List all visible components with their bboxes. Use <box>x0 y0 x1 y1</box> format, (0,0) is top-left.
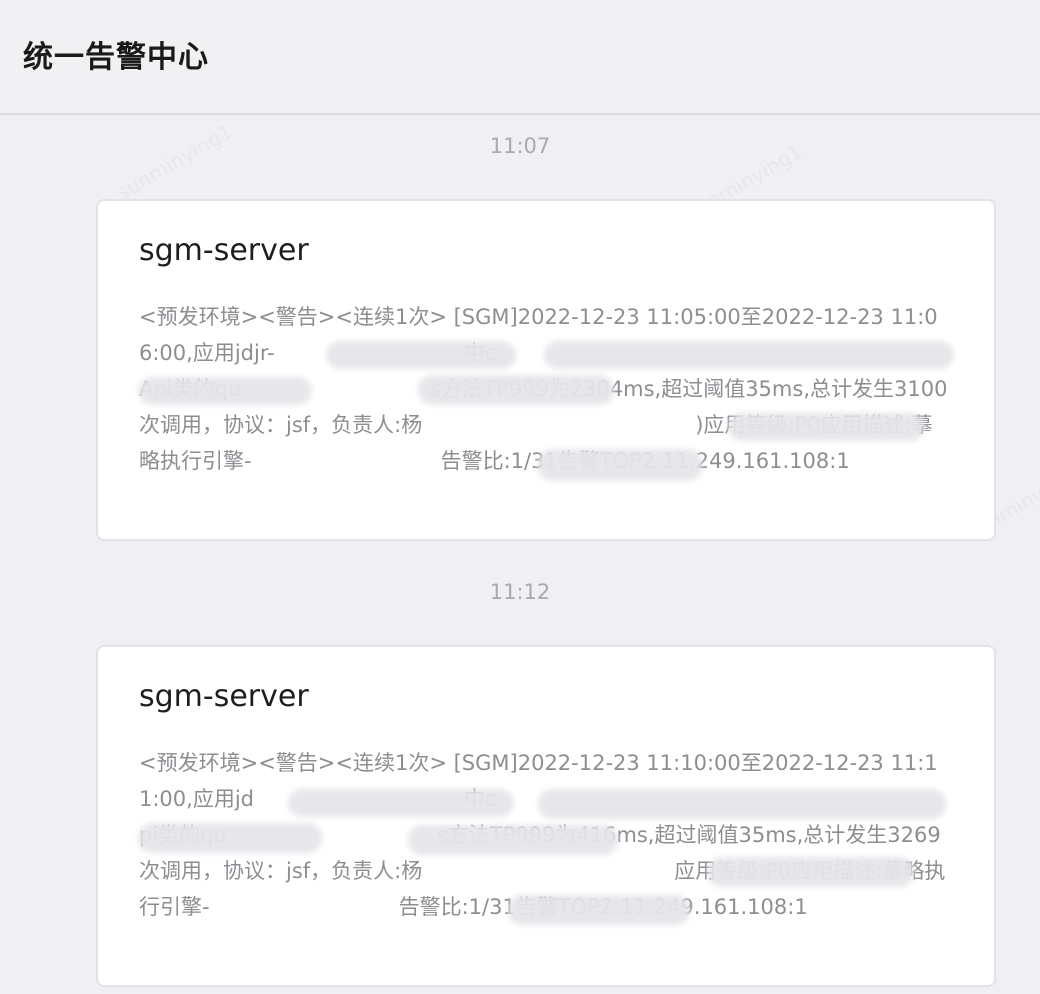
redaction-mask <box>138 823 322 853</box>
redaction-mask <box>538 789 946 819</box>
alert-card[interactable]: sgm-server <预发环境><警告><连续1次> [SGM]2022-12… <box>96 199 996 541</box>
watermark: sunminying1 <box>113 119 237 204</box>
redaction-mask <box>708 857 914 887</box>
redaction-mask <box>508 895 690 925</box>
redaction-mask <box>728 413 924 441</box>
redaction-mask <box>408 825 618 855</box>
alert-title: sgm-server <box>139 233 309 268</box>
redaction-mask <box>544 341 954 369</box>
page-title: 统一告警中心 <box>23 40 209 75</box>
app-header: 统一告警中心 <box>0 0 1040 115</box>
redaction-mask <box>538 449 702 481</box>
message-timestamp: 11:07 <box>489 134 551 158</box>
alert-card[interactable]: sgm-server <预发环境><警告><连续1次> [SGM]2022-12… <box>96 645 996 987</box>
redaction-mask <box>326 341 516 369</box>
redaction-mask <box>288 789 514 817</box>
alert-title: sgm-server <box>139 679 309 714</box>
message-timestamp: 11:12 <box>489 580 551 604</box>
redaction-mask <box>418 375 614 405</box>
redaction-mask <box>138 377 312 405</box>
